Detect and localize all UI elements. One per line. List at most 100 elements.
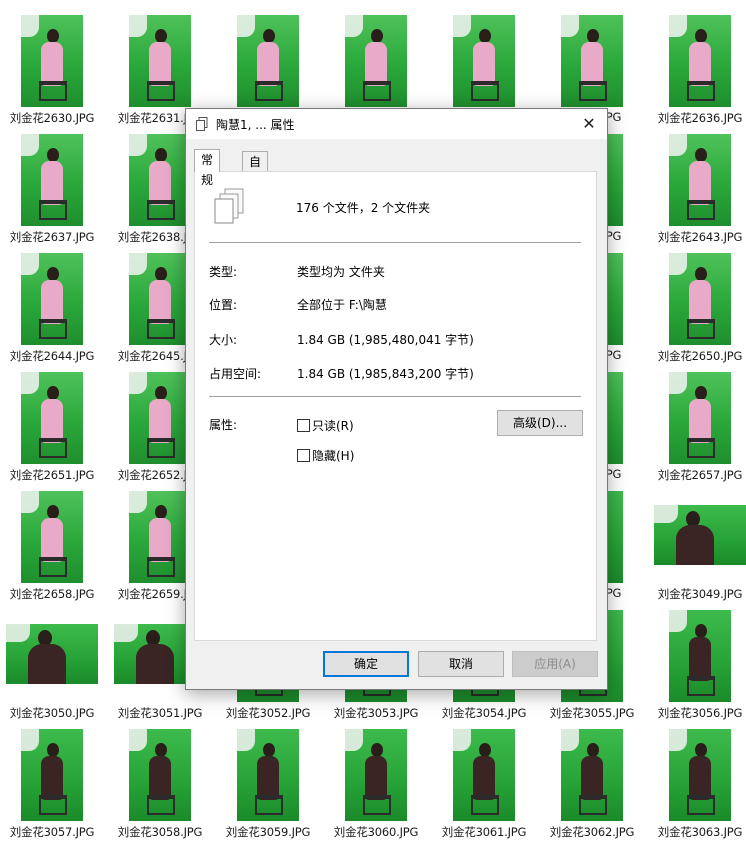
image-thumbnail[interactable]: [21, 729, 83, 821]
image-thumbnail[interactable]: [129, 491, 191, 583]
file-tile[interactable]: 刘金花3056.JPG: [648, 610, 746, 728]
file-tile[interactable]: 刘金花2657.JPG: [648, 372, 746, 490]
file-tile[interactable]: 刘金花3050.JPG: [0, 610, 104, 728]
multiple-files-icon: [214, 188, 244, 224]
close-button[interactable]: ✕: [571, 109, 607, 139]
image-thumbnail[interactable]: [669, 372, 731, 464]
image-thumbnail[interactable]: [129, 134, 191, 226]
location-value: 全部位于 F:\陶慧: [297, 298, 387, 312]
file-tile[interactable]: 刘金花2637.JPG: [0, 134, 104, 252]
file-name: 刘金花3062.JPG: [549, 825, 635, 839]
image-thumbnail[interactable]: [654, 505, 746, 565]
image-thumbnail[interactable]: [21, 134, 83, 226]
file-name: 刘金花2636.JPG: [657, 111, 743, 125]
general-panel: 176 个文件，2 个文件夹 类型: 类型均为 文件夹 位置: 全部位于 F:\…: [194, 171, 597, 641]
image-thumbnail[interactable]: [129, 729, 191, 821]
file-tile[interactable]: 刘金花3059.JPG: [216, 729, 320, 847]
image-thumbnail[interactable]: [129, 15, 191, 107]
file-name: 刘金花3054.JPG: [441, 706, 527, 720]
image-thumbnail[interactable]: [345, 729, 407, 821]
file-tile[interactable]: 刘金花3058.JPG: [108, 729, 212, 847]
location-label: 位置:: [209, 298, 238, 312]
type-value: 类型均为 文件夹: [297, 265, 385, 279]
file-tile[interactable]: 刘金花3049.JPG: [648, 491, 746, 609]
file-name: 刘金花2630.JPG: [9, 111, 95, 125]
image-thumbnail[interactable]: [21, 491, 83, 583]
file-name: 刘金花3053.JPG: [333, 706, 419, 720]
file-tile[interactable]: 刘金花3057.JPG: [0, 729, 104, 847]
type-label: 类型:: [209, 265, 238, 279]
file-tile[interactable]: 刘金花2630.JPG: [0, 15, 104, 133]
file-name: 刘金花3059.JPG: [225, 825, 311, 839]
tab-general[interactable]: 常规: [194, 149, 221, 187]
file-name: 刘金花3057.JPG: [9, 825, 95, 839]
file-name: 刘金花3058.JPG: [117, 825, 203, 839]
dialog-titlebar[interactable]: 陶慧1, ... 属性 ✕: [186, 109, 607, 139]
file-name: 刘金花2658.JPG: [9, 587, 95, 601]
image-thumbnail[interactable]: [453, 15, 515, 107]
file-tile[interactable]: 刘金花2644.JPG: [0, 253, 104, 371]
file-tile[interactable]: 刘金花3063.JPG: [648, 729, 746, 847]
dialog-title: 陶慧1, ... 属性: [216, 118, 295, 132]
file-name: 刘金花2637.JPG: [9, 230, 95, 244]
image-thumbnail[interactable]: [129, 372, 191, 464]
file-tile[interactable]: 刘金花2650.JPG: [648, 253, 746, 371]
file-name: 刘金花3056.JPG: [657, 706, 743, 720]
image-thumbnail[interactable]: [669, 15, 731, 107]
image-thumbnail[interactable]: [21, 15, 83, 107]
hidden-checkbox[interactable]: [297, 449, 310, 462]
file-name: 刘金花3055.JPG: [549, 706, 635, 720]
file-name: 刘金花3063.JPG: [657, 825, 743, 839]
readonly-checkbox[interactable]: [297, 419, 310, 432]
tab-custom[interactable]: 自定义: [242, 151, 269, 209]
file-name: 刘金花3061.JPG: [441, 825, 527, 839]
image-thumbnail[interactable]: [237, 729, 299, 821]
image-thumbnail[interactable]: [345, 15, 407, 107]
image-thumbnail[interactable]: [561, 15, 623, 107]
cancel-button[interactable]: 取消: [418, 651, 504, 677]
file-tile[interactable]: 刘金花3060.JPG: [324, 729, 428, 847]
image-thumbnail[interactable]: [669, 134, 731, 226]
image-thumbnail[interactable]: [453, 729, 515, 821]
image-thumbnail[interactable]: [669, 610, 731, 702]
file-name: 刘金花3060.JPG: [333, 825, 419, 839]
file-name: 刘金花3052.JPG: [225, 706, 311, 720]
image-thumbnail[interactable]: [669, 729, 731, 821]
size-label: 大小:: [209, 333, 238, 347]
apply-button[interactable]: 应用(A): [512, 651, 598, 677]
file-tile[interactable]: 刘金花3062.JPG: [540, 729, 644, 847]
divider: [209, 242, 581, 243]
properties-dialog: 陶慧1, ... 属性 ✕ 常规 自定义 176 个文件，2 个文件夹 类型: …: [185, 108, 608, 690]
image-thumbnail[interactable]: [669, 253, 731, 345]
image-thumbnail[interactable]: [129, 253, 191, 345]
attributes-label: 属性:: [209, 418, 238, 432]
size-value: 1.84 GB (1,985,480,041 字节): [297, 333, 474, 347]
advanced-button[interactable]: 高级(D)...: [497, 410, 583, 436]
file-name: 刘金花3051.JPG: [117, 706, 203, 720]
image-thumbnail[interactable]: [561, 729, 623, 821]
file-tile[interactable]: 刘金花2643.JPG: [648, 134, 746, 252]
image-thumbnail[interactable]: [237, 15, 299, 107]
file-name: 刘金花2650.JPG: [657, 349, 743, 363]
size-on-disk-value: 1.84 GB (1,985,843,200 字节): [297, 367, 474, 381]
file-tile[interactable]: 刘金花2658.JPG: [0, 491, 104, 609]
file-tile[interactable]: 刘金花2651.JPG: [0, 372, 104, 490]
close-icon: ✕: [582, 114, 596, 133]
file-tile[interactable]: 刘金花3061.JPG: [432, 729, 536, 847]
file-name: 刘金花2643.JPG: [657, 230, 743, 244]
file-name: 刘金花2644.JPG: [9, 349, 95, 363]
file-tile[interactable]: 刘金花2636.JPG: [648, 15, 746, 133]
divider: [209, 396, 581, 397]
file-name: 刘金花2651.JPG: [9, 468, 95, 482]
selection-summary: 176 个文件，2 个文件夹: [296, 201, 431, 215]
folders-icon: [196, 117, 208, 131]
image-thumbnail[interactable]: [21, 253, 83, 345]
file-name: 刘金花2657.JPG: [657, 468, 743, 482]
file-name: 刘金花3049.JPG: [657, 587, 743, 601]
ok-button[interactable]: 确定: [323, 651, 409, 677]
hidden-label[interactable]: 隐藏(H): [312, 447, 354, 464]
image-thumbnail[interactable]: [21, 372, 83, 464]
image-thumbnail[interactable]: [6, 624, 98, 684]
size-on-disk-label: 占用空间:: [209, 367, 262, 381]
readonly-label[interactable]: 只读(R): [312, 417, 354, 434]
